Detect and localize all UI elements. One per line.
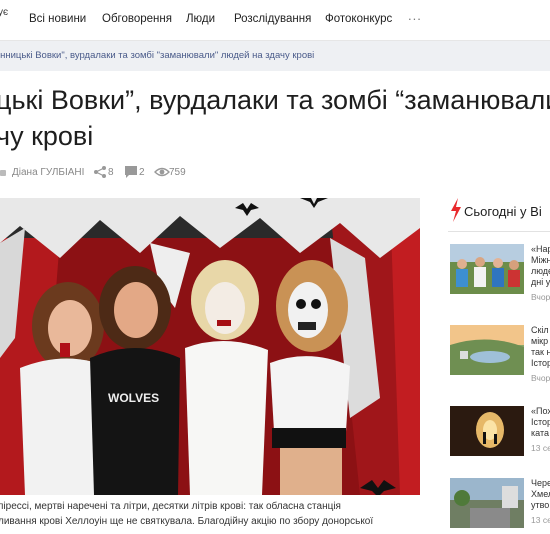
- news-image-street: [450, 478, 524, 528]
- sidebar-heading: Сьогодні у Ві: [448, 198, 550, 224]
- article-photo[interactable]: WOLVES: [0, 198, 420, 495]
- halloween-photo-illustration: WOLVES: [0, 198, 420, 495]
- news-title-line: Істор: [531, 358, 550, 368]
- sidebar-news-item[interactable]: Чере Хмел утво 13 се: [450, 478, 550, 534]
- article-title-line-1: цькі Вовки”, вурдалаки та зомбі “заманюв…: [0, 85, 550, 115]
- news-date: 13 се: [531, 443, 550, 453]
- news-title-line: люде: [531, 266, 550, 276]
- sidebar-news-item[interactable]: «Нар Міжн люде дні у Вчор: [450, 244, 550, 302]
- eye-icon: [154, 167, 170, 177]
- news-title-line: Скіл: [531, 325, 549, 335]
- news-thumbnail[interactable]: [450, 325, 524, 375]
- news-title-line: «Нар: [531, 244, 550, 254]
- nav-item-discussions[interactable]: Обговорення: [102, 13, 172, 25]
- news-title-line: так н: [531, 347, 550, 357]
- author-name[interactable]: Діана ГУЛБІАНІ: [12, 167, 84, 178]
- news-title[interactable]: Скіл мікр так н Істор: [531, 325, 550, 369]
- top-navigation: ує Всі новини Обговорення Люди Розслідув…: [0, 0, 550, 41]
- comment-count: 2: [139, 167, 145, 178]
- news-title-line: мікр: [531, 336, 549, 346]
- news-title-line: ката: [531, 428, 549, 438]
- lightning-icon: [451, 198, 461, 222]
- news-image-landscape: [450, 325, 524, 375]
- article-title: цькі Вовки”, вурдалаки та зомбі “заманюв…: [0, 82, 550, 154]
- view-count: 759: [169, 167, 186, 178]
- comment-icon[interactable]: [124, 165, 138, 179]
- news-title[interactable]: «Пох Істор ката: [531, 406, 550, 439]
- news-title-line: Хмел: [531, 489, 550, 499]
- news-thumbnail[interactable]: [450, 244, 524, 294]
- nav-more-button[interactable]: ...: [408, 8, 422, 23]
- news-image-crowd: [450, 244, 524, 294]
- nav-item-cut[interactable]: ує: [0, 7, 8, 18]
- sidebar-news-item[interactable]: «Пох Істор ката 13 се: [450, 406, 550, 462]
- news-date: 13 се: [531, 515, 550, 525]
- news-thumbnail[interactable]: [450, 406, 524, 456]
- author-bullet-icon: [0, 170, 6, 176]
- nav-item-investigations[interactable]: Розслідування: [234, 13, 311, 25]
- article-title-line-2: чу крові: [0, 121, 94, 151]
- sidebar-heading-label: Сьогодні у Ві: [464, 204, 542, 219]
- sidebar-divider: [448, 231, 550, 232]
- nav-item-photo-contest[interactable]: Фотоконкурс: [325, 13, 392, 25]
- news-date: Вчор: [531, 292, 550, 302]
- share-count: 8: [108, 167, 114, 178]
- caption-line-2: ливання крові Хеллоуін ще не святкувала.…: [0, 516, 374, 527]
- sidebar-news-item[interactable]: Скіл мікр так н Істор Вчор: [450, 325, 550, 383]
- breadcrumb: інницькі Вовки", вурдалаки та зомбі "зам…: [0, 41, 550, 71]
- news-title-line: дні у: [531, 277, 550, 287]
- breadcrumb-current[interactable]: інницькі Вовки", вурдалаки та зомбі "зам…: [0, 50, 314, 61]
- news-image-tunnel: [450, 406, 524, 456]
- news-title-line: Чере: [531, 478, 550, 488]
- nav-item-all-news[interactable]: Всі новини: [29, 13, 86, 25]
- news-title-line: Міжн: [531, 255, 550, 265]
- news-thumbnail[interactable]: [450, 478, 524, 528]
- news-title-line: Істор: [531, 417, 550, 427]
- share-icon[interactable]: [93, 165, 107, 179]
- news-title-line: утво: [531, 500, 550, 510]
- photo-caption: пірессі, мертві наречені та літри, десят…: [0, 499, 418, 529]
- news-title[interactable]: «Нар Міжн люде дні у: [531, 244, 550, 288]
- news-title-line: «Пох: [531, 406, 550, 416]
- shirt-text: WOLVES: [108, 391, 159, 405]
- nav-item-people[interactable]: Люди: [186, 13, 215, 25]
- news-date: Вчор: [531, 373, 550, 383]
- news-title[interactable]: Чере Хмел утво: [531, 478, 550, 511]
- caption-line-1: пірессі, мертві наречені та літри, десят…: [0, 501, 341, 512]
